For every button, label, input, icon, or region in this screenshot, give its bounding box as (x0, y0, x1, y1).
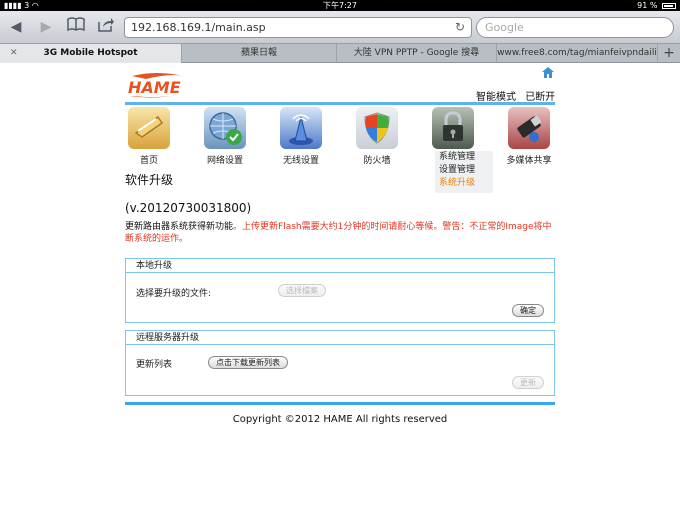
status-bar: ▮▮▮▮ 3 ◠ 下午7:27 91 % (0, 0, 680, 11)
battery-indicator: 91 % (637, 0, 676, 11)
tab-google-search[interactable]: 大陸 VPN PPTP - Google 搜尋 (337, 44, 497, 63)
battery-icon (662, 2, 676, 9)
update-list-label: 更新列表 (136, 360, 173, 370)
status-time: 下午7:27 (323, 1, 357, 10)
submenu-item-system-upgrade[interactable]: 系统升级 (439, 177, 493, 190)
tab-3g-mobile-hotspot[interactable]: ✕ 3G Mobile Hotspot (0, 44, 182, 63)
address-text: 192.168.169.1/main.asp (131, 21, 266, 34)
download-update-list-button[interactable]: 点击下载更新列表 (208, 356, 288, 369)
wireless-tower-icon (280, 107, 322, 149)
local-upgrade-panel: 本地升级 选择要升级的文件: 选择檔案 确定 (125, 258, 555, 323)
home-scroll-icon (128, 107, 170, 149)
nav-label: 网络设置 (206, 156, 243, 166)
nav-label: 首页 (139, 156, 158, 166)
search-input[interactable]: Google (476, 17, 674, 38)
nav-item-firewall[interactable]: 防火墙 (347, 107, 407, 166)
nav-label: 无线设置 (282, 156, 319, 166)
notice-text: 更新路由器系统获得新功能 (125, 222, 234, 232)
header-divider (125, 102, 555, 105)
share-icon[interactable] (96, 17, 116, 37)
upgrade-notice: 更新路由器系统获得新功能。上传更新Flash需要大约1分钟的时间请耐心等候。警告… (125, 221, 555, 245)
hame-logo: HAME (126, 70, 188, 100)
tab-free8[interactable]: www.free8.com/tag/mianfeivpndaili (497, 44, 658, 63)
reload-icon[interactable]: ↻ (455, 18, 465, 37)
system-submenu: 系统管理 设置管理 系统升级 (435, 151, 493, 193)
panel-title: 远程服务器升级 (126, 331, 554, 345)
browser-window: { "status": { "carrier": "3", "time": "下… (0, 0, 680, 510)
address-bar[interactable]: 192.168.169.1/main.asp ↻ (124, 17, 472, 38)
shield-icon (356, 107, 398, 149)
tab-label: 大陸 VPN PPTP - Google 搜尋 (353, 48, 480, 58)
usb-drive-icon (508, 107, 550, 149)
submenu-item-system-management[interactable]: 系统管理 (439, 151, 493, 164)
submenu-item-settings-management[interactable]: 设置管理 (439, 164, 493, 177)
nav-item-network[interactable]: 网络设置 (195, 107, 255, 166)
close-tab-icon[interactable]: ✕ (10, 44, 18, 62)
tab-label: www.free8.com/tag/mianfeivpndaili (497, 48, 657, 58)
remote-upgrade-panel: 远程服务器升级 更新列表 点击下载更新列表 更新 (125, 330, 555, 396)
page-title: 软件升级 (125, 173, 174, 187)
nav-item-wireless[interactable]: 无线设置 (271, 107, 331, 166)
firmware-version: (v.20120730031800) (125, 201, 252, 215)
choose-file-button[interactable]: 选择檔案 (278, 284, 326, 297)
bookmarks-icon[interactable] (66, 17, 86, 37)
back-icon[interactable]: ◀ (8, 17, 24, 37)
nav-label: 防火墙 (363, 156, 391, 166)
new-tab-icon[interactable]: + (658, 44, 680, 63)
tab-apple-daily[interactable]: 蘋果日報 (182, 44, 337, 63)
home-icon[interactable] (541, 64, 555, 78)
copyright-text: Copyright ©2012 HAME All rights reserved (232, 414, 448, 425)
forward-icon[interactable]: ▶ (38, 17, 54, 37)
panel-title: 本地升级 (126, 259, 554, 273)
nav-item-home[interactable]: 首页 (119, 107, 179, 166)
tab-bar: ✕ 3G Mobile Hotspot 蘋果日報 大陸 VPN PPTP - G… (0, 44, 680, 63)
update-button[interactable]: 更新 (512, 376, 544, 389)
lock-icon (432, 107, 474, 149)
mode-status: 智能模式 已断开 (470, 88, 555, 103)
nav-label: 多媒体共享 (506, 156, 552, 166)
confirm-button[interactable]: 确定 (512, 304, 544, 317)
browser-toolbar: ◀ ▶ 192.168.169.1/main.asp ↻ Google (0, 11, 680, 44)
logo-text: HAME (128, 78, 181, 97)
tab-label: 3G Mobile Hotspot (43, 48, 138, 58)
battery-percent: 91 % (637, 1, 658, 10)
tab-label: 蘋果日報 (240, 48, 277, 58)
file-label: 选择要升级的文件: (136, 289, 212, 299)
globe-check-icon (204, 107, 246, 149)
footer-divider (125, 402, 555, 405)
nav-item-media-sharing[interactable]: 多媒体共享 (499, 107, 559, 166)
nav-item-system[interactable] (423, 107, 483, 149)
